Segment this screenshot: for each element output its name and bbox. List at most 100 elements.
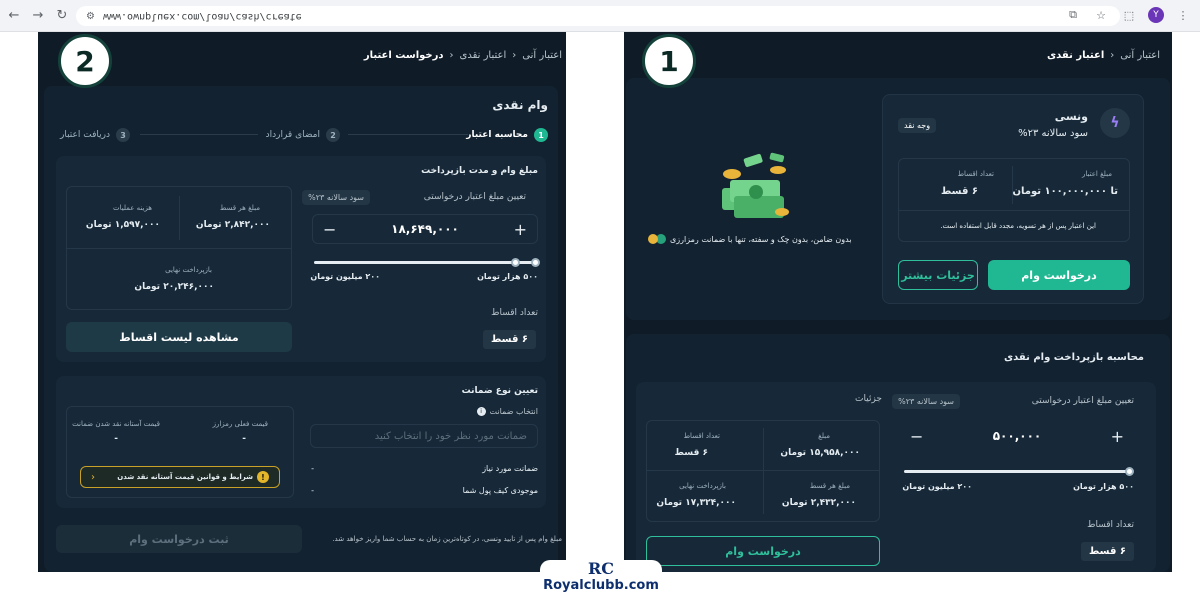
page-title: وام نقدی (492, 98, 548, 112)
browser-chrome: ← → ↻ ⚙ www.ownpluex.com/loan/cash/creat… (0, 0, 1200, 32)
step-number: 2 (326, 128, 340, 142)
address-bar[interactable]: ⚙ www.ownpluex.com/loan/cash/create (76, 6, 1120, 26)
guarantee-title: تعیین نوع ضمانت (461, 386, 538, 396)
request-loan-button-2[interactable]: درخواست وام (646, 536, 880, 566)
chevron-left-icon: ‹ (512, 50, 517, 61)
chevron-left-icon: ‹ (91, 471, 95, 483)
forward-icon[interactable]: → (28, 6, 48, 26)
chevron-left-icon: ‹ (1110, 50, 1115, 61)
summary-divider (66, 248, 292, 249)
slider-min-label: ۵۰۰ هزار تومان (1073, 482, 1134, 491)
per-installment-label: مبلغ هر قسط (219, 204, 260, 212)
crypto-price-label: قیمت فعلی رمزارز (212, 420, 268, 428)
rules-link[interactable]: ! شرایط و قوانین قیمت آستانه نقد شدن ‹ (80, 466, 280, 488)
count-label: تعداد اقساط (683, 432, 720, 440)
installments-label: تعداد اقساط (1087, 520, 1134, 530)
logo-text: Royalclubb.com (543, 578, 659, 593)
threshold-label: قیمت آستانه نقد شدن ضمانت (72, 420, 160, 428)
product-interest: سود سالانه ۲۳% (1018, 128, 1088, 139)
request-loan-button[interactable]: درخواست وام (988, 260, 1130, 290)
bookmark-icon[interactable]: ☆ (1092, 6, 1110, 24)
per-installment-value: ۲,۸۴۲,۰۰۰ تومان (195, 220, 270, 230)
amount-slider[interactable] (904, 470, 1130, 473)
info-icon[interactable]: i (476, 407, 486, 416)
slider-handle[interactable] (511, 258, 520, 267)
installments-value: ۶ قسط (940, 186, 978, 197)
screen-loan-offer: اعتبار آنی ‹ اعتبار نقدی بدون ضامن، بدون… (624, 32, 1172, 572)
final-label: بازپرداخت نهایی (165, 266, 212, 274)
summary-divider (763, 428, 764, 514)
step-label: امضای قرارداد (265, 130, 320, 140)
step-label: محاسبه اعتبار (466, 130, 528, 140)
crypto-price-value: - (242, 434, 246, 444)
amount-value[interactable]: ۱۸,۶۴۹,۰۰۰ (391, 222, 459, 236)
wallet-balance-value: - (311, 486, 314, 495)
final-value: ۱۷,۳۲۴,۰۰۰ تومان (656, 498, 736, 508)
slider-handle[interactable] (1125, 467, 1134, 476)
slider-max-label: ۲۰۰ میلیون تومان (310, 272, 380, 281)
step-number: 3 (116, 128, 130, 142)
submit-loan-button[interactable]: ثبت درخواست وام (56, 525, 302, 553)
count-value: ۶ قسط (674, 448, 708, 458)
details-label: جزئیات (855, 394, 882, 404)
breadcrumb-item[interactable]: اعتبار آنی (522, 50, 562, 61)
site-info-icon[interactable]: ⚙ (86, 11, 95, 22)
amount-slider[interactable] (314, 261, 536, 264)
rules-link-text[interactable]: شرایط و قوانین قیمت آستانه نقد شدن (117, 473, 253, 481)
install-icon[interactable]: ⧉ (1064, 6, 1082, 24)
amount-stepper[interactable]: − ۱۸,۶۴۹,۰۰۰ + (312, 214, 538, 244)
amount-value[interactable]: ۵۰۰,۰۰۰ (993, 429, 1042, 443)
cash-tag: وجه نقد (898, 118, 937, 133)
interest-pill: سود سالانه ۲۳% (892, 394, 960, 409)
required-guarantee-value: - (311, 464, 314, 473)
per-installment-value: ۲,۴۳۲,۰۰۰ تومان (781, 498, 856, 508)
fee-value: ۱,۵۹۷,۰۰۰ تومان (85, 220, 160, 230)
profile-avatar[interactable]: Y (1148, 7, 1164, 23)
final-value: ۲۰,۲۴۶,۰۰۰ تومان (134, 282, 214, 292)
plus-icon[interactable]: + (514, 220, 527, 239)
royalclubb-logo: RC Royalclubb.com (540, 560, 662, 600)
minus-icon[interactable]: − (323, 220, 336, 239)
logo-mark: RC (587, 559, 615, 578)
product-name: ونسی (1054, 110, 1088, 123)
installments-chip[interactable]: ۶ قسط (1080, 542, 1134, 561)
details-divider (1012, 166, 1013, 204)
amount-stepper[interactable]: − ۵۰۰,۰۰۰ + (900, 422, 1134, 450)
extensions-icon[interactable]: ⬚ (1120, 6, 1138, 24)
step-2: 2 امضای قرارداد (266, 128, 340, 142)
breadcrumb-current: درخواست اعتبار (363, 50, 444, 61)
choose-guarantee-text: انتخاب ضمانت (489, 407, 538, 416)
back-icon[interactable]: ← (4, 6, 24, 26)
slider-max-label: ۲۰۰ میلیون تومان (902, 482, 972, 491)
wallet-balance-label: موجودی کیف پول شما (462, 486, 538, 495)
more-details-button[interactable]: جزئیات بیشتر (898, 260, 978, 290)
installments-chip[interactable]: ۶ قسط (482, 330, 536, 349)
fee-label: هزینه عملیات (113, 204, 152, 212)
per-installment-label: مبلغ هر قسط (809, 482, 850, 490)
choose-guarantee-label: انتخاب ضمانت i (476, 407, 538, 416)
slider-min-label: ۵۰۰ هزار تومان (477, 272, 538, 281)
coin-icon (648, 234, 658, 244)
disbursement-note: مبلغ وام پس از تایید ونسی، در کوتاه‌ترین… (332, 535, 562, 543)
reload-icon[interactable]: ↻ (52, 6, 72, 26)
calculator-title: محاسبه بازپرداخت وام نقدی (1003, 352, 1144, 363)
plus-icon[interactable]: + (1111, 427, 1124, 446)
minus-icon[interactable]: − (910, 427, 923, 446)
product-logo: ϟ (1100, 108, 1130, 138)
details-divider (898, 210, 1130, 211)
breadcrumb: اعتبار آنی ‹ اعتبار نقدی ‹ درخواست اعتبا… (364, 50, 562, 61)
guarantee-select[interactable]: ضمانت مورد نظر خود را انتخاب کنید (310, 424, 538, 448)
loan-amount-value: ۱۵,۹۵۸,۰۰۰ تومان (780, 448, 860, 458)
view-installments-button[interactable]: مشاهده لیست اقساط (66, 322, 292, 352)
money-illustration (722, 152, 789, 218)
interest-pill: سود سالانه ۲۳% (302, 190, 370, 205)
step-label: دریافت اعتبار (60, 130, 110, 140)
menu-icon[interactable]: ⋮ (1174, 6, 1192, 24)
required-guarantee-label: ضمانت مورد نیاز (482, 464, 538, 473)
slider-handle-max[interactable] (531, 258, 540, 267)
loan-amount-label: مبلغ (818, 432, 830, 440)
breadcrumb-item[interactable]: اعتبار آنی (1120, 50, 1160, 61)
credit-amount-value: تا ۱۰۰,۰۰۰,۰۰۰ تومان (1012, 186, 1118, 197)
breadcrumb-item[interactable]: اعتبار نقدی (460, 50, 507, 61)
step-divider (140, 134, 258, 135)
